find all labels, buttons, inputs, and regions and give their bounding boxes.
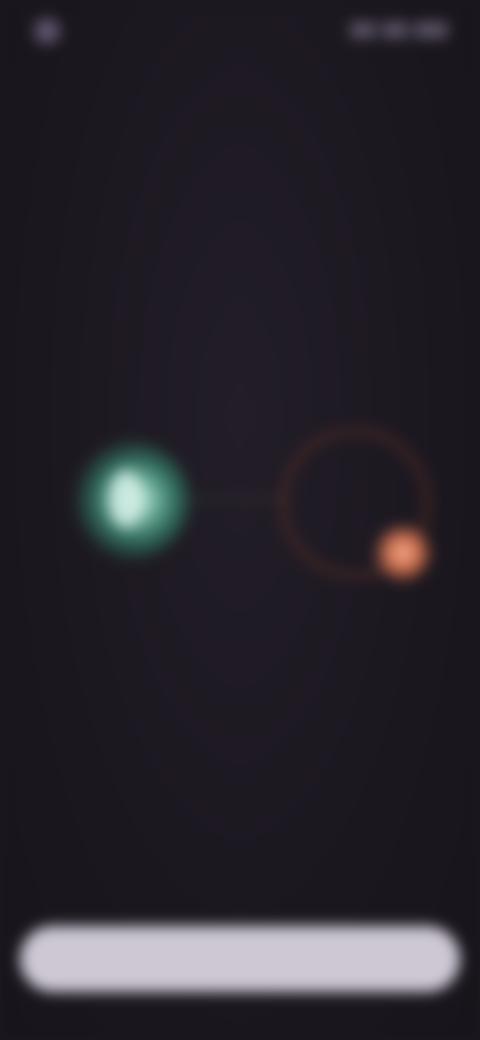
primary-button[interactable]: [20, 926, 460, 992]
status-left: [34, 18, 68, 44]
status-bar: [0, 12, 480, 48]
signal-icon: [350, 22, 376, 38]
screen: [0, 0, 480, 1040]
orange-dot-icon: [375, 525, 431, 581]
battery-icon: [414, 22, 448, 38]
app-indicator-icon: [34, 18, 60, 44]
connector-line: [190, 498, 290, 500]
status-icons: [350, 22, 448, 38]
wifi-icon: [382, 22, 408, 38]
teal-core-icon: [108, 470, 144, 528]
pairing-graphic: [40, 400, 440, 600]
